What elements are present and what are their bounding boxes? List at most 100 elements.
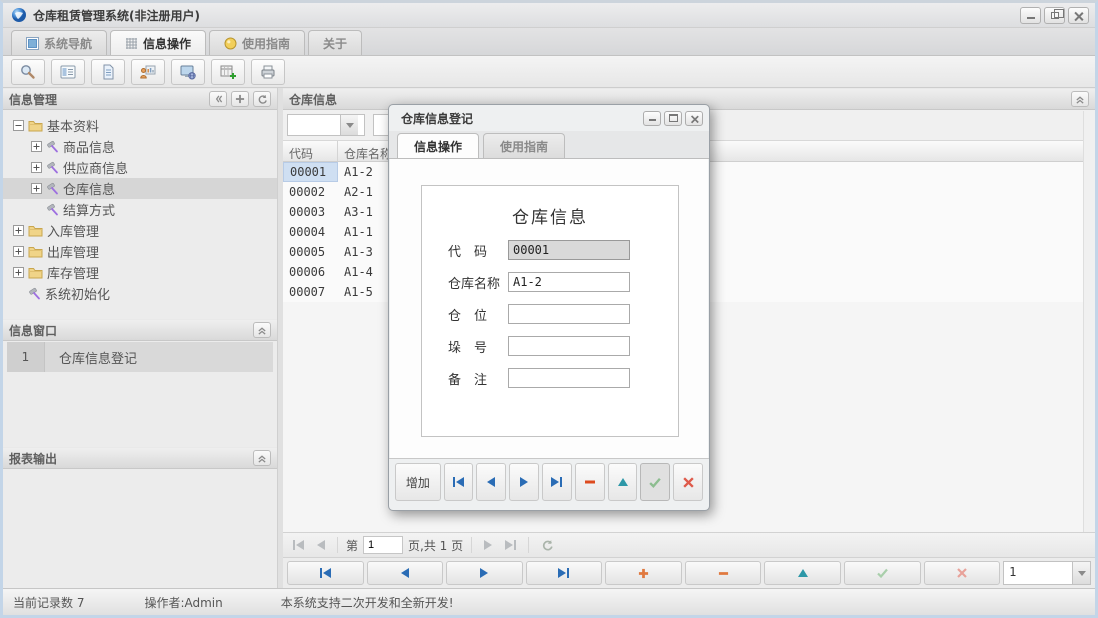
cell-code[interactable]: 00005 — [283, 242, 338, 262]
record-first-button[interactable] — [287, 561, 364, 585]
cell-code[interactable]: 00002 — [283, 182, 338, 202]
tree-node-settlement[interactable]: 结算方式 — [3, 199, 277, 220]
tree-node-supplier-info[interactable]: 供应商信息 — [3, 157, 277, 178]
collapse-panel-button[interactable] — [1071, 91, 1089, 107]
expand-box-icon[interactable] — [31, 162, 42, 173]
expand-box-icon[interactable] — [31, 183, 42, 194]
cell-code[interactable]: 00001 — [283, 162, 338, 182]
page-last-button[interactable] — [501, 540, 520, 550]
record-count-combo[interactable]: 1 — [1003, 561, 1091, 585]
filter-combo[interactable] — [287, 114, 365, 136]
next-record-button[interactable] — [509, 463, 539, 501]
minimize-button[interactable] — [1020, 7, 1041, 24]
expand-box-icon[interactable] — [13, 246, 24, 257]
record-add-button[interactable] — [605, 561, 682, 585]
edit-record-button[interactable] — [608, 463, 638, 501]
tree-node-outbound[interactable]: 出库管理 — [3, 241, 277, 262]
cell-code[interactable]: 00004 — [283, 222, 338, 242]
collapse-box-icon[interactable] — [13, 120, 24, 131]
add-button[interactable] — [231, 91, 249, 107]
collapse-panel-button[interactable] — [209, 91, 227, 107]
folder-icon — [28, 245, 43, 258]
tab-user-guide[interactable]: 使用指南 — [209, 30, 305, 55]
grid-refresh-button[interactable] — [537, 539, 558, 552]
dialog-titlebar[interactable]: 仓库信息登记 — [389, 105, 709, 131]
restore-button[interactable] — [1044, 7, 1065, 24]
next-record-icon — [480, 568, 488, 578]
page-label: 第 — [346, 537, 358, 554]
tab-system-nav[interactable]: 系统导航 — [11, 30, 107, 55]
tab-label: 使用指南 — [500, 138, 548, 155]
tree-node-label: 仓库信息 — [63, 179, 115, 198]
prev-record-button[interactable] — [476, 463, 506, 501]
refresh-button[interactable] — [253, 91, 271, 107]
status-record-count: 当前记录数 7 — [13, 594, 84, 611]
record-save-button[interactable] — [844, 561, 921, 585]
grid-scrollbar-gutter[interactable] — [1083, 111, 1095, 532]
document-button[interactable] — [91, 59, 125, 85]
slot-field[interactable] — [508, 304, 630, 324]
record-edit-button[interactable] — [764, 561, 841, 585]
record-next-button[interactable] — [446, 561, 523, 585]
dialog-tab-user-guide[interactable]: 使用指南 — [483, 133, 565, 158]
collapse-panel-button[interactable] — [253, 450, 271, 466]
record-delete-button[interactable] — [685, 561, 762, 585]
close-button[interactable] — [1068, 7, 1089, 24]
cell-code[interactable]: 00003 — [283, 202, 338, 222]
next-record-icon — [520, 477, 528, 487]
last-page-icon — [505, 540, 513, 550]
dialog-tabbar: 信息操作 使用指南 — [389, 131, 709, 159]
delete-record-button[interactable] — [575, 463, 605, 501]
code-field[interactable] — [508, 240, 630, 260]
list-item-warehouse-register[interactable]: 1 仓库信息登记 — [7, 342, 273, 372]
confirm-button[interactable] — [640, 463, 670, 501]
dialog-close-button[interactable] — [685, 111, 703, 126]
form-view-button[interactable] — [51, 59, 85, 85]
printer-icon — [259, 63, 277, 81]
record-cancel-button[interactable] — [924, 561, 1001, 585]
tree-node-basic-data[interactable]: 基本资料 — [3, 115, 277, 136]
page-number-input[interactable] — [363, 536, 403, 554]
delete-record-icon — [584, 476, 596, 488]
printer-button[interactable] — [251, 59, 285, 85]
dialog-tab-info-operation[interactable]: 信息操作 — [397, 133, 479, 158]
tree-node-goods-info[interactable]: 商品信息 — [3, 136, 277, 157]
combo-dropdown-button[interactable] — [1072, 562, 1090, 584]
prev-record-icon — [401, 568, 409, 578]
tree-node-label: 商品信息 — [63, 137, 115, 156]
expand-box-icon[interactable] — [31, 141, 42, 152]
warehouse-name-field[interactable] — [508, 272, 630, 292]
collapse-panel-button[interactable] — [253, 322, 271, 338]
chevron-down-icon — [346, 123, 354, 128]
expand-box-icon[interactable] — [13, 267, 24, 278]
expand-box-icon[interactable] — [13, 225, 24, 236]
page-first-button[interactable] — [289, 540, 308, 550]
monitor-globe-button[interactable] — [171, 59, 205, 85]
page-next-button[interactable] — [480, 540, 496, 550]
tree-node-inbound[interactable]: 入库管理 — [3, 220, 277, 241]
first-record-button[interactable] — [444, 463, 474, 501]
cancel-button[interactable] — [673, 463, 703, 501]
tree-node-warehouse-info[interactable]: 仓库信息 — [3, 178, 277, 199]
add-button[interactable]: 增加 — [395, 463, 441, 501]
tab-about[interactable]: 关于 — [308, 30, 362, 55]
tab-info-operation[interactable]: 信息操作 — [110, 30, 206, 55]
record-last-button[interactable] — [526, 561, 603, 585]
record-prev-button[interactable] — [367, 561, 444, 585]
search-button[interactable] — [11, 59, 45, 85]
first-record-icon — [456, 477, 464, 487]
cell-code[interactable]: 00007 — [283, 282, 338, 302]
remark-field[interactable] — [508, 368, 630, 388]
tree-node-system-init[interactable]: 系统初始化 — [3, 283, 277, 304]
dialog-minimize-button[interactable] — [643, 111, 661, 126]
cell-code[interactable]: 00006 — [283, 262, 338, 282]
last-record-button[interactable] — [542, 463, 572, 501]
combo-dropdown-button[interactable] — [340, 115, 358, 135]
dialog-maximize-button[interactable] — [664, 111, 682, 126]
user-report-button[interactable] — [131, 59, 165, 85]
tree-node-inventory[interactable]: 库存管理 — [3, 262, 277, 283]
page-prev-button[interactable] — [313, 540, 329, 550]
column-header-code[interactable]: 代码 — [283, 141, 338, 161]
table-add-button[interactable] — [211, 59, 245, 85]
stack-number-field[interactable] — [508, 336, 630, 356]
